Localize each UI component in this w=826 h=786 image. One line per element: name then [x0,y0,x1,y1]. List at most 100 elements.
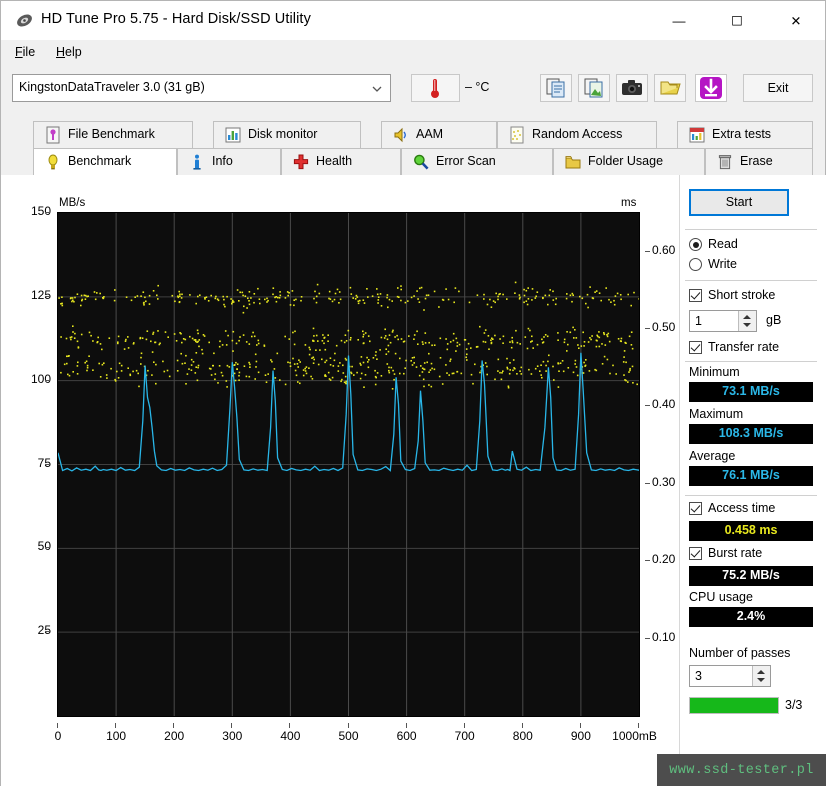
x-tick-label: 300 [222,729,243,743]
stepper-up-icon[interactable] [743,315,751,319]
y-tick-label: 50 [37,539,51,554]
stepper-buttons[interactable] [738,311,756,331]
screenshot-button[interactable] [616,74,648,102]
divider [685,280,817,281]
tab-file-benchmark[interactable]: File Benchmark [33,121,193,148]
stepper-up-icon[interactable] [757,670,765,674]
short-stroke-unit: gB [766,313,782,327]
tab-info[interactable]: Info [177,148,281,175]
minimum-value-box: 73.1 MB/s [689,382,813,402]
tab-random-access[interactable]: Random Access [497,121,657,148]
minimum-value: 73.1 MB/s [722,384,780,398]
short-stroke-value: 1 [695,314,702,328]
menu-item-help[interactable]: Help [53,44,85,60]
info-icon [193,154,201,170]
hdtune-logo-icon [17,14,32,27]
radio-read-indicator [689,238,702,251]
camera-icon [622,80,642,95]
disk-monitor-icon [225,127,241,143]
y2-tick-mark [645,328,650,330]
cpu-usage-value: 2.4% [736,609,766,623]
stepper-buttons[interactable] [752,666,770,686]
maximum-value: 108.3 MB/s [718,426,784,440]
tab-label: Disk monitor [248,127,318,141]
tab-row-lower: Benchmark Info Health Error Scan Folder … [1,148,825,175]
close-button[interactable]: ✕ [773,1,819,40]
start-button[interactable]: Start [689,189,789,216]
tab-row-upper: File Benchmark Disk monitor AAM Random A… [1,121,825,148]
tab-health[interactable]: Health [281,148,401,175]
x-tick-mark [638,723,639,728]
average-value-box: 76.1 MB/s [689,466,813,486]
tab-erase[interactable]: Erase [705,148,813,175]
toolbar: KingstonDataTraveler 3.0 (31 gB) – °C Ex… [1,65,825,114]
x-tick-mark [231,723,233,728]
health-cross-icon [293,154,309,170]
y2-tick-mark [645,560,650,562]
tab-aam[interactable]: AAM [381,121,497,148]
stepper-down-icon[interactable] [757,678,765,682]
minimize-button[interactable]: — [656,1,702,40]
tab-label: File Benchmark [68,127,155,141]
lightbulb-icon [48,154,58,170]
divider [685,229,817,230]
benchmark-chart: MB/s ms 25 50 75 100 125 150 0.10 0.20 0.30 0.40… [1,175,675,775]
copy-image-button[interactable] [578,74,610,102]
menu-help-mnemonic: H [56,45,66,59]
x-tick-label: 0 [54,729,62,743]
speaker-icon [394,127,406,143]
tab-folder-usage[interactable]: Folder Usage [553,148,705,175]
trash-icon [718,155,732,170]
chart-plot-area [57,212,640,717]
menu-item-file[interactable]: File [12,44,38,60]
tab-benchmark[interactable]: Benchmark [33,148,177,175]
checkbox-transfer-rate-label: Transfer rate [708,340,780,354]
drive-select-value: KingstonDataTraveler 3.0 (31 gB) [19,80,205,94]
passes-stepper[interactable]: 3 [689,665,771,687]
x-tick-mark [347,723,349,728]
y-tick-label: 25 [37,623,51,638]
extra-tests-icon [689,127,705,143]
y2-tick-mark [645,482,650,484]
x-tick-mark [289,723,291,728]
tab-error-scan[interactable]: Error Scan [401,148,553,175]
radio-read-label: Read [708,237,738,251]
x-tick-mark [521,723,523,728]
tab-label: Benchmark [68,154,132,168]
y-tick-label: 75 [37,455,51,470]
exit-button[interactable]: Exit [743,74,813,102]
download-button[interactable] [695,74,727,102]
folder-icon [565,156,581,169]
copy-icon [546,78,565,98]
divider [685,495,817,496]
temperature-value: – °C [465,80,490,94]
x-tick-label: 700 [454,729,475,743]
passes-label: Number of passes [689,646,791,660]
folder-open-button[interactable] [654,74,686,102]
cpu-usage-label: CPU usage [689,590,753,604]
average-value: 76.1 MB/s [722,468,780,482]
access-time-value-box: 0.458 ms [689,521,813,541]
file-benchmark-icon [46,126,60,144]
tab-extra-tests[interactable]: Extra tests [677,121,813,148]
passes-value: 3 [695,669,702,683]
y-axis-ticks: 25 50 75 100 125 150 [1,204,51,717]
divider [685,361,817,362]
maximize-button[interactable]: ☐ [714,1,760,40]
x-tick-label: 100 [106,729,127,743]
progress-text: 3/3 [785,698,803,712]
maximum-label: Maximum [689,407,744,421]
x-tick-label: 1000mB [612,729,657,743]
radio-write-indicator [689,258,702,271]
short-stroke-stepper[interactable]: 1 [689,310,757,332]
y-tick-label: 150 [30,204,51,218]
x-tick-label: 900 [570,729,591,743]
tab-label: Erase [740,154,773,168]
y-tick-mark [45,295,50,297]
checkbox-short-stroke-indicator [689,289,702,302]
copy-button[interactable] [540,74,572,102]
drive-select-dropdown[interactable]: KingstonDataTraveler 3.0 (31 gB) [12,74,391,102]
tab-disk-monitor[interactable]: Disk monitor [213,121,361,148]
copy-image-icon [584,78,603,98]
stepper-down-icon[interactable] [743,323,751,327]
